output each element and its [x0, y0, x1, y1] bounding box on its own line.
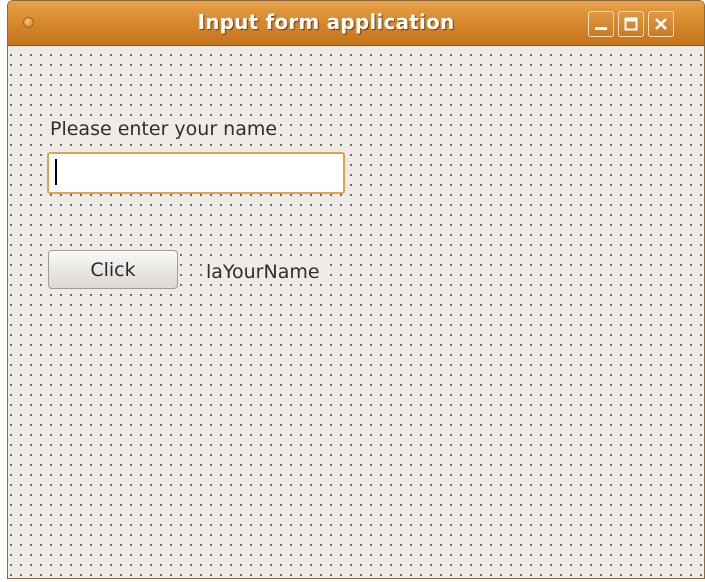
close-button[interactable] — [648, 11, 674, 37]
title-bar[interactable]: Input form application — [8, 1, 704, 46]
name-prompt-label: Please enter your name — [48, 118, 280, 140]
close-icon — [655, 18, 667, 30]
form-canvas: Please enter your name Click laYourName — [8, 46, 704, 578]
click-button[interactable]: Click — [48, 250, 178, 289]
your-name-label: laYourName — [204, 261, 322, 283]
name-input[interactable] — [47, 152, 345, 194]
maximize-button[interactable] — [618, 11, 644, 37]
minimize-button[interactable] — [588, 11, 614, 37]
minimize-icon — [595, 27, 607, 30]
app-window: Input form application Please enter your… — [7, 0, 705, 579]
maximize-icon — [624, 17, 638, 31]
text-cursor — [55, 159, 57, 185]
